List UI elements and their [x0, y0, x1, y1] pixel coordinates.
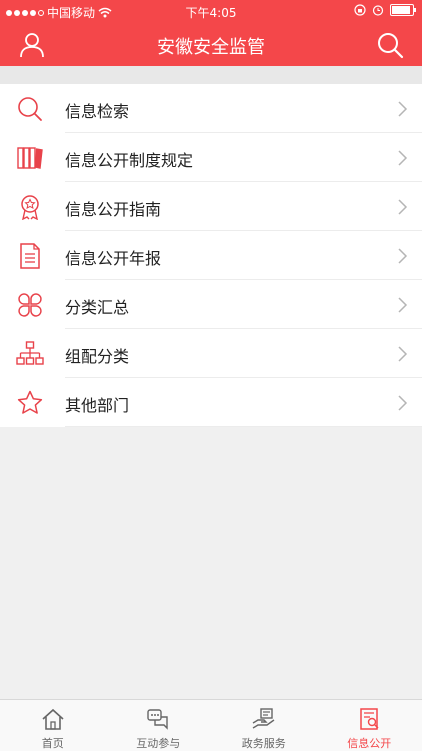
menu-item-label: 分类汇总 [65, 294, 129, 318]
menu-item-guide[interactable]: 信息公开指南 [0, 182, 422, 231]
document-icon [16, 243, 44, 269]
menu-item-label: 信息公开制度规定 [65, 147, 193, 171]
info-public-icon [357, 708, 381, 730]
nav-bar: 安徽安全监管 [0, 22, 422, 66]
menu-item-annual-report[interactable]: 信息公开年报 [0, 231, 422, 280]
orientation-lock-icon [354, 4, 366, 16]
award-icon [16, 194, 44, 220]
menu-item-grouping[interactable]: 组配分类 [0, 329, 422, 378]
alarm-icon [372, 4, 384, 16]
menu-item-label: 信息公开年报 [65, 245, 161, 269]
menu-item-search[interactable]: 信息检索 [0, 84, 422, 133]
chevron-right-icon [398, 297, 408, 313]
chevron-right-icon [398, 395, 408, 411]
chevron-right-icon [398, 248, 408, 264]
home-icon [41, 708, 65, 730]
tab-label: 信息公开 [317, 735, 422, 751]
chat-icon [146, 708, 170, 730]
menu-item-regulations[interactable]: 信息公开制度规定 [0, 133, 422, 182]
service-icon [252, 708, 276, 730]
status-right [354, 4, 414, 16]
tab-label: 互动参与 [106, 735, 212, 751]
tab-services[interactable]: 政务服务 [211, 700, 317, 751]
tab-home[interactable]: 首页 [0, 700, 106, 751]
tab-bar: 首页 互动参与 政务服务 信息公开 [0, 699, 422, 751]
page-title: 安徽安全监管 [0, 33, 422, 59]
menu-item-other-departments[interactable]: 其他部门 [0, 378, 422, 427]
divider [65, 426, 422, 427]
search-icon [16, 96, 44, 122]
status-bar: 中国移动 下午4:05 [0, 0, 422, 22]
hierarchy-icon [16, 341, 44, 367]
chevron-right-icon [398, 101, 408, 117]
tab-label: 政务服务 [211, 735, 317, 751]
books-icon [16, 145, 44, 171]
menu-item-category-summary[interactable]: 分类汇总 [0, 280, 422, 329]
menu-list: 信息检索 信息公开制度规定 信息公开指南 [0, 84, 422, 427]
chevron-right-icon [398, 150, 408, 166]
section-gap [0, 66, 422, 84]
battery-icon [390, 4, 414, 16]
star-icon [16, 390, 44, 416]
menu-item-label: 信息公开指南 [65, 196, 161, 220]
menu-item-label: 组配分类 [65, 343, 129, 367]
menu-item-label: 信息检索 [65, 98, 129, 122]
tab-interaction[interactable]: 互动参与 [106, 700, 212, 751]
tab-label: 首页 [0, 735, 106, 751]
menu-item-label: 其他部门 [65, 392, 129, 416]
tab-info-public[interactable]: 信息公开 [317, 700, 422, 751]
chevron-right-icon [398, 199, 408, 215]
search-icon[interactable] [376, 31, 404, 59]
clover-icon [16, 292, 44, 318]
chevron-right-icon [398, 346, 408, 362]
